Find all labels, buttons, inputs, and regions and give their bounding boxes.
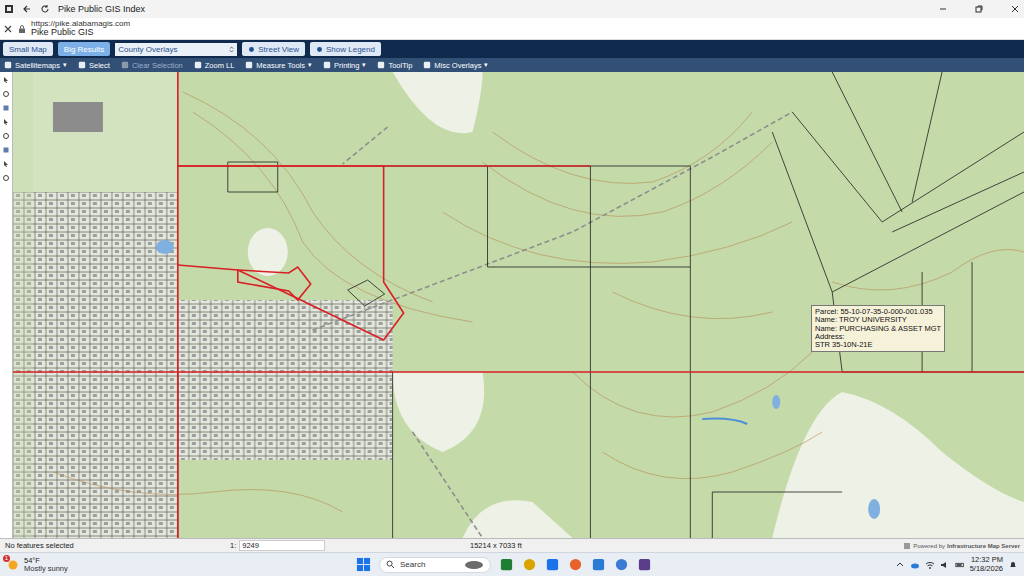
map-tool-icon[interactable] bbox=[2, 118, 10, 126]
view-button[interactable]: Small Map bbox=[3, 42, 53, 56]
url-bar: https://pike.alabamagis.com Pike Public … bbox=[0, 18, 1024, 40]
url-text[interactable]: https://pike.alabamagis.com bbox=[31, 20, 130, 28]
street-view-icon bbox=[248, 46, 255, 53]
close-icon[interactable] bbox=[3, 24, 13, 34]
tool-icon bbox=[245, 61, 253, 69]
weather-badge: 1 bbox=[3, 555, 10, 562]
tool-icon bbox=[121, 61, 129, 69]
tools-bar: Satellitemaps ▾ Select Clear Selection Z… bbox=[0, 58, 1024, 72]
taskbar-app-icon[interactable] bbox=[545, 557, 560, 572]
map-tool-icon[interactable] bbox=[2, 160, 10, 168]
map-tool-icon[interactable] bbox=[2, 146, 10, 154]
speaker-icon[interactable] bbox=[940, 560, 950, 570]
browser-title: Pike Public GIS Index bbox=[58, 4, 145, 14]
map-canvas[interactable]: Parcel: 55-10-07-35-0-000-001.035Name: T… bbox=[13, 72, 1024, 538]
tooltip-line: Parcel: 55-10-07-35-0-000-001.035 bbox=[815, 308, 941, 316]
lock-icon bbox=[17, 24, 27, 34]
weather-temp: 54°F bbox=[24, 557, 68, 565]
search-icon bbox=[386, 560, 395, 569]
tool-icon bbox=[4, 61, 12, 69]
weather-condition: Mostly sunny bbox=[24, 565, 68, 573]
map-extent: 15214 x 7033 ft bbox=[470, 541, 903, 550]
refresh-icon[interactable] bbox=[40, 4, 50, 14]
tooltip-line: Address: bbox=[815, 333, 941, 341]
tool-button[interactable]: Misc Overlays ▾ bbox=[423, 61, 488, 70]
notification-bell-icon[interactable] bbox=[1008, 560, 1018, 570]
tool-icon bbox=[78, 61, 86, 69]
minimize-icon[interactable] bbox=[938, 4, 948, 14]
windows-start-icon[interactable] bbox=[356, 557, 371, 572]
map-tool-icon[interactable] bbox=[2, 76, 10, 84]
taskbar-app-icon[interactable] bbox=[499, 557, 514, 572]
tool-button[interactable]: Clear Selection bbox=[121, 61, 183, 70]
action-button[interactable]: Show Legend bbox=[310, 42, 381, 56]
tool-button[interactable]: Select bbox=[78, 61, 110, 70]
credit: Powered by Infrastructure Map Server bbox=[903, 542, 1024, 550]
battery-icon[interactable] bbox=[955, 560, 965, 570]
tool-button[interactable]: Satellitemaps ▾ bbox=[4, 61, 67, 70]
tool-icon bbox=[194, 61, 202, 69]
chevron-up-icon[interactable] bbox=[895, 560, 905, 570]
taskbar-app-icon[interactable] bbox=[568, 557, 583, 572]
map-area: Parcel: 55-10-07-35-0-000-001.035Name: T… bbox=[0, 72, 1024, 538]
taskbar-app-icon[interactable] bbox=[591, 557, 606, 572]
tool-button[interactable]: Printing ▾ bbox=[323, 61, 366, 70]
taskbar-search[interactable]: Search bbox=[379, 557, 491, 573]
scale-group: 1: 9249 bbox=[230, 540, 470, 551]
search-highlight-icon bbox=[464, 560, 484, 570]
tool-icon bbox=[377, 61, 385, 69]
close-window-icon[interactable] bbox=[1010, 4, 1020, 14]
back-arrow-icon[interactable] bbox=[22, 4, 32, 14]
browser-titlebar: Pike Public GIS Index bbox=[0, 0, 1024, 18]
taskbar-app-icon[interactable] bbox=[637, 557, 652, 572]
map-tool-icon[interactable] bbox=[2, 104, 10, 112]
tool-button[interactable]: ToolTip bbox=[377, 61, 412, 70]
screen: Pike Public GIS Index https://pike.alaba… bbox=[0, 0, 1024, 576]
map-tool-icon[interactable] bbox=[2, 174, 10, 182]
app-icon bbox=[4, 4, 14, 14]
overlay-dropdown[interactable]: County Overlays bbox=[115, 43, 237, 56]
legend-icon bbox=[316, 46, 323, 53]
status-bar: No features selected 1: 9249 15214 x 703… bbox=[0, 538, 1024, 552]
tool-icon bbox=[323, 61, 331, 69]
main-toolbar: Small Map Big Results County Overlays Str… bbox=[0, 40, 1024, 58]
tooltip-line: Name: TROY UNIVERSITY bbox=[815, 316, 941, 324]
clock[interactable]: 12:32 PM 5/18/2026 bbox=[970, 556, 1003, 573]
weather-widget[interactable]: 1 54°F Mostly sunny bbox=[6, 557, 356, 573]
updown-icon bbox=[229, 45, 234, 54]
tooltip-line: STR 35-10N-21E bbox=[815, 341, 941, 349]
tool-icon bbox=[423, 61, 431, 69]
view-button[interactable]: Big Results bbox=[58, 42, 110, 56]
site-name: Pike Public GIS bbox=[31, 28, 130, 37]
system-tray: 12:32 PM 5/18/2026 bbox=[895, 556, 1018, 573]
scale-label: 1: bbox=[230, 541, 236, 550]
map-tool-icon[interactable] bbox=[2, 132, 10, 140]
parcel-tooltip: Parcel: 55-10-07-35-0-000-001.035Name: T… bbox=[811, 305, 945, 352]
action-button[interactable]: Street View bbox=[242, 42, 305, 56]
tooltip-line: Name: PURCHASING & ASSET MGT bbox=[815, 325, 941, 333]
taskbar-app-icon[interactable] bbox=[614, 557, 629, 572]
cloud-icon[interactable] bbox=[910, 560, 920, 570]
wifi-icon[interactable] bbox=[925, 560, 935, 570]
restore-icon[interactable] bbox=[974, 4, 984, 14]
status-message: No features selected bbox=[0, 541, 230, 550]
server-icon bbox=[903, 542, 911, 550]
tool-button[interactable]: Zoom LL bbox=[194, 61, 235, 70]
taskbar: 1 54°F Mostly sunny Search 12:32 PM 5/18… bbox=[0, 552, 1024, 576]
taskbar-app-icon[interactable] bbox=[522, 557, 537, 572]
map-tool-icon[interactable] bbox=[2, 90, 10, 98]
map-tool-strip bbox=[0, 72, 13, 538]
scale-input[interactable]: 9249 bbox=[239, 540, 325, 551]
tool-button[interactable]: Measure Tools ▾ bbox=[245, 61, 312, 70]
